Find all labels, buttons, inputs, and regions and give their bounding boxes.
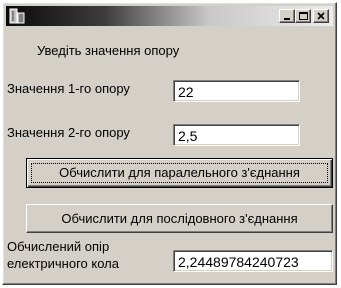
result-output[interactable]: 2,24489784240723 xyxy=(173,250,333,272)
calculate-parallel-label: Обчислити для паралельного з'єднання xyxy=(59,165,300,180)
resistor2-input[interactable]: 2,5 xyxy=(173,124,300,146)
app-icon[interactable] xyxy=(9,8,27,24)
calculate-series-button[interactable]: Обчислити для послідовного з'єднання xyxy=(26,204,333,233)
calculate-parallel-button[interactable]: Обчислити для паралельного з'єднання xyxy=(26,158,333,188)
maximize-button[interactable] xyxy=(295,9,311,23)
minimize-icon xyxy=(284,18,290,20)
close-icon xyxy=(317,12,325,20)
minimize-button[interactable] xyxy=(279,9,295,23)
result-label-line2: електричного кола xyxy=(7,256,119,271)
resistor2-label: Значення 2-го опору xyxy=(7,125,130,140)
main-window: Уведіть значення опору Значення 1-го опо… xyxy=(2,2,337,285)
calculate-series-label: Обчислити для послідовного з'єднання xyxy=(61,211,298,226)
maximize-icon xyxy=(299,12,308,20)
heading-label: Уведіть значення опору xyxy=(37,43,180,58)
resistor1-label: Значення 1-го опору xyxy=(7,81,130,96)
close-button[interactable] xyxy=(313,9,329,23)
result-label-line1: Обчислений опір xyxy=(7,239,110,254)
resistor1-input[interactable]: 22 xyxy=(173,80,300,102)
title-bar[interactable] xyxy=(6,6,333,26)
